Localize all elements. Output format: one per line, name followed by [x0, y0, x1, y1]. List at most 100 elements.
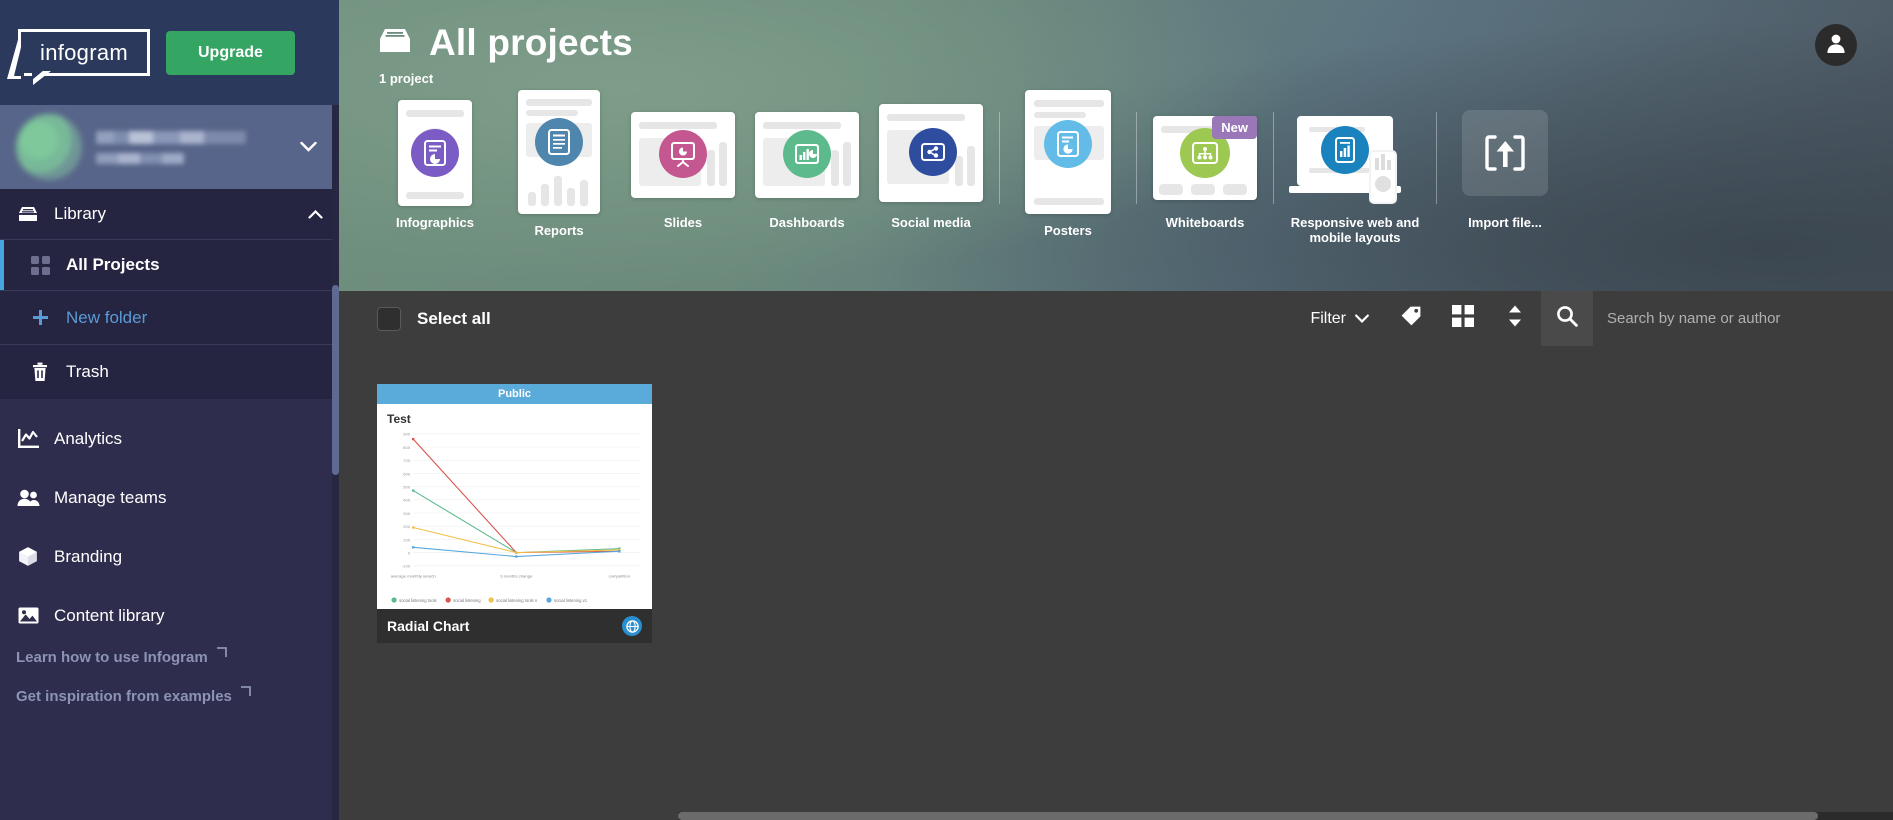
svg-text:average monthly search: average monthly search — [391, 573, 437, 578]
project-thumbnail: Test -1000100200300400500600700800900ave… — [377, 404, 652, 609]
template-card-dashboards[interactable]: Dashboards — [745, 100, 869, 230]
svg-text:3 months change: 3 months change — [500, 573, 533, 578]
divider — [1273, 112, 1274, 204]
share-icon — [909, 128, 957, 176]
report-icon — [535, 118, 583, 166]
filter-button[interactable]: Filter — [1294, 291, 1385, 346]
filter-label: Filter — [1310, 310, 1346, 328]
link-label: Get inspiration from examples — [16, 688, 232, 705]
grid-view-icon — [1452, 305, 1474, 332]
external-link-icon — [216, 647, 227, 661]
link-label: Learn how to use Infogram — [16, 649, 208, 666]
bar-chart-icon — [783, 130, 831, 178]
tag-button[interactable] — [1385, 291, 1437, 346]
card-label: Slides — [624, 215, 742, 230]
svg-text:social listening tools: social listening tools — [399, 598, 437, 603]
template-card-whiteboards[interactable]: New Whiteboards — [1143, 100, 1267, 230]
card-art — [1295, 100, 1415, 206]
template-card-reports[interactable]: Reports — [497, 100, 621, 238]
new-badge: New — [1212, 116, 1257, 139]
sort-button[interactable] — [1489, 291, 1541, 346]
upgrade-button[interactable]: Upgrade — [166, 31, 295, 75]
grid-view-button[interactable] — [1437, 291, 1489, 346]
chart-canvas: -1000100200300400500600700800900average … — [387, 430, 644, 583]
card-art: New — [1161, 100, 1249, 206]
cube-icon — [16, 546, 40, 567]
svg-text:0: 0 — [408, 551, 411, 556]
hero-panel: All projects 1 project I — [339, 0, 1893, 291]
template-card-slides[interactable]: Slides — [621, 100, 745, 230]
grid-icon — [28, 256, 52, 275]
template-card-social-media[interactable]: Social media — [869, 100, 993, 230]
logo-text: infogram — [40, 40, 128, 66]
select-all-control[interactable]: Select all — [377, 307, 491, 331]
sidebar-item-library[interactable]: Library — [0, 189, 339, 240]
svg-text:600: 600 — [403, 471, 411, 476]
globe-icon[interactable] — [622, 616, 642, 636]
sidebar-item-all-projects[interactable]: All Projects — [0, 240, 339, 291]
project-card-footer: Radial Chart — [377, 609, 652, 643]
chart-title: Test — [387, 412, 642, 426]
link-get-inspiration[interactable]: Get inspiration from examples — [16, 688, 339, 705]
card-art — [763, 100, 851, 206]
sort-icon — [1507, 304, 1523, 333]
chart-legend: social listening toolssocial listeningso… — [387, 593, 644, 605]
template-card-infographics[interactable]: Infographics — [373, 100, 497, 230]
external-link-icon — [240, 686, 251, 700]
svg-text:200: 200 — [403, 524, 411, 529]
card-label: Social media — [872, 215, 990, 230]
card-art — [1024, 90, 1112, 214]
template-cards-row: Infographics — [339, 86, 1893, 245]
sidebar-item-manage-teams[interactable]: Manage teams — [0, 472, 339, 523]
user-account-row[interactable] — [0, 105, 339, 189]
select-all-checkbox[interactable] — [377, 307, 401, 331]
avatar — [16, 114, 82, 180]
profile-avatar-button[interactable] — [1815, 24, 1857, 66]
horizontal-scrollbar-thumb[interactable] — [678, 812, 1818, 820]
card-art — [391, 100, 479, 206]
people-icon — [16, 489, 40, 507]
sidebar-item-label: Library — [54, 204, 106, 224]
infogram-logo[interactable]: infogram — [18, 29, 150, 76]
svg-text:100: 100 — [403, 537, 411, 542]
sidebar-item-label: All Projects — [66, 255, 160, 275]
card-art — [887, 100, 975, 206]
project-card[interactable]: Public Test -100010020030040050060070080… — [377, 384, 652, 643]
sidebar-item-analytics[interactable]: Analytics — [0, 413, 339, 464]
sidebar-item-branding[interactable]: Branding — [0, 531, 339, 582]
sidebar-item-new-folder[interactable]: New folder — [0, 291, 339, 345]
link-learn-how-to-use[interactable]: Learn how to use Infogram — [16, 649, 339, 666]
sidebar-item-label: Trash — [66, 362, 109, 382]
card-label: Responsive web and mobile layouts — [1285, 215, 1425, 245]
template-card-responsive-web[interactable]: Responsive web and mobile layouts — [1280, 100, 1430, 245]
user-name-blurred — [96, 131, 286, 164]
trash-icon — [28, 362, 52, 382]
svg-text:500: 500 — [403, 485, 411, 490]
chevron-up-icon[interactable] — [308, 207, 323, 222]
search-icon — [1556, 305, 1578, 332]
document-icon — [411, 129, 459, 177]
inbox-icon — [16, 205, 40, 223]
upload-icon — [1462, 110, 1548, 196]
sidebar-nav: Library All Projects New folder — [0, 189, 339, 820]
template-card-import-file[interactable]: Import file... — [1443, 100, 1567, 230]
sidebar-scrollbar-thumb[interactable] — [332, 285, 339, 475]
sidebar-item-content-library[interactable]: Content library — [0, 590, 339, 641]
sidebar-external-links: Learn how to use Infogram Get inspiratio… — [0, 641, 339, 715]
svg-text:300: 300 — [403, 511, 411, 516]
chevron-down-icon — [1355, 310, 1369, 328]
sidebar: infogram Upgrade Library — [0, 0, 339, 820]
chevron-down-icon[interactable] — [300, 139, 323, 156]
toolbar-right: Filter — [1294, 291, 1893, 346]
select-all-label: Select all — [417, 309, 491, 329]
line-chart-icon — [16, 429, 40, 448]
sidebar-item-trash[interactable]: Trash — [0, 345, 339, 399]
card-art — [1461, 100, 1549, 206]
horizontal-scrollbar[interactable] — [678, 812, 1893, 820]
divider — [999, 112, 1000, 204]
toolbar: Select all Filter — [339, 291, 1893, 346]
sidebar-scrollbar[interactable] — [332, 105, 339, 820]
template-card-posters[interactable]: Posters — [1006, 100, 1130, 238]
search-button[interactable] — [1541, 291, 1593, 346]
search-input[interactable] — [1593, 291, 1893, 346]
